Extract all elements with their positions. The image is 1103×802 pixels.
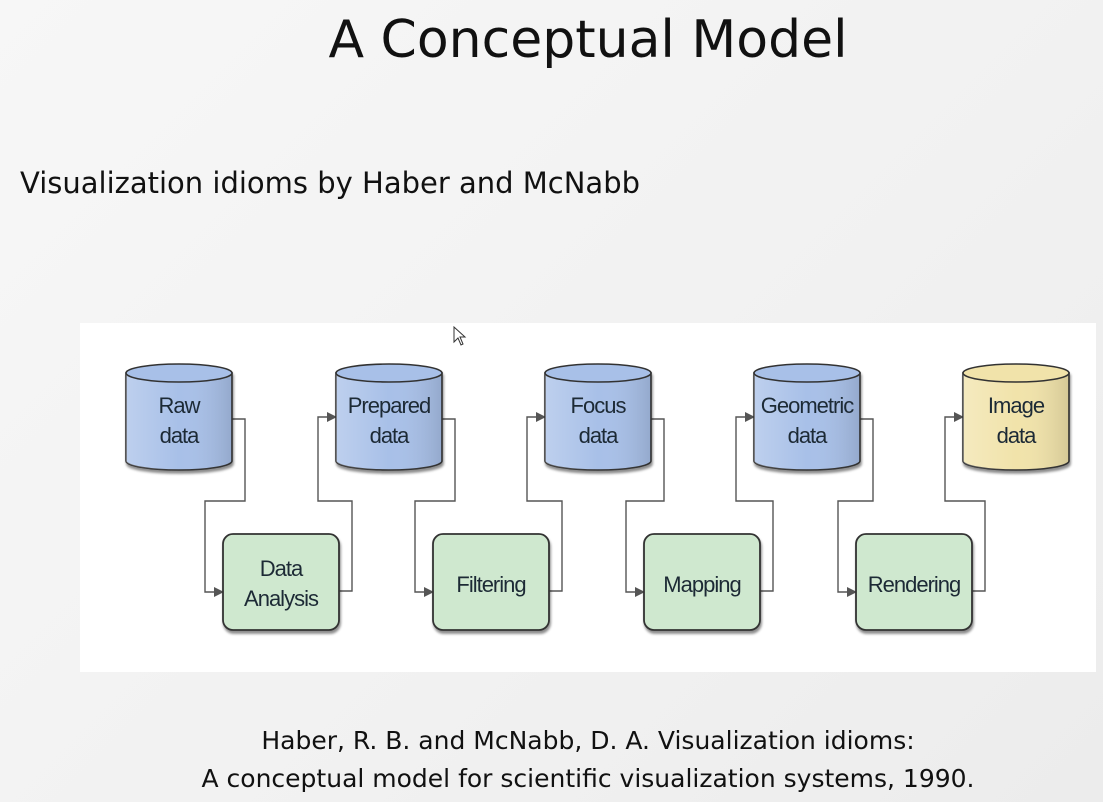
data-store-label-line2: data (788, 423, 829, 448)
process-rendering: Rendering (855, 533, 973, 631)
process-label: Mapping (663, 572, 740, 597)
data-store-label-line1: Image (988, 393, 1045, 418)
citation-line-1: Haber, R. B. and McNabb, D. A. Visualiza… (261, 726, 915, 755)
process-label: Filtering (456, 572, 525, 597)
slide-subtitle: Visualization idioms by Haber and McNabb (20, 166, 641, 200)
process-layer: Data Analysis Filtering Mapping Rendering (222, 533, 973, 631)
data-store-label-line1: Raw (158, 393, 200, 418)
process-mapping: Mapping (643, 533, 761, 631)
process-label-line2: Analysis (244, 586, 319, 611)
data-store-label-line1: Prepared (348, 393, 431, 418)
process-label-line1: Data (260, 556, 304, 581)
data-store-prepared: Prepared data (335, 363, 443, 471)
data-store-label-line1: Focus (571, 393, 627, 418)
data-store-layer: Raw data Prepared data Focus data Geometric dat… (125, 363, 1070, 471)
data-store-label-line1: Geometric (761, 393, 854, 418)
process-data-analysis: Data Analysis (222, 533, 340, 631)
data-store-label-line2: data (160, 423, 201, 448)
data-store-focus: Focus data (544, 363, 652, 471)
citation-line-2: A conceptual model for scientific visual… (201, 764, 975, 793)
data-store-label-line2: data (997, 423, 1038, 448)
data-store-label-line2: data (579, 423, 620, 448)
process-label: Rendering (868, 572, 961, 597)
slide-title: A Conceptual Model (328, 10, 848, 70)
pipeline-svg: Raw data Prepared data Focus data Geometric dat… (125, 363, 1070, 631)
data-store-raw: Raw data (125, 363, 233, 471)
data-store-image: Image data (962, 363, 1070, 471)
process-filtering: Filtering (432, 533, 550, 631)
mouse-pointer-icon (453, 326, 467, 346)
pipeline-diagram: Raw data Prepared data Focus data Geometric dat… (80, 323, 1096, 672)
data-store-geometric: Geometric data (753, 363, 861, 471)
data-store-label-line2: data (370, 423, 411, 448)
